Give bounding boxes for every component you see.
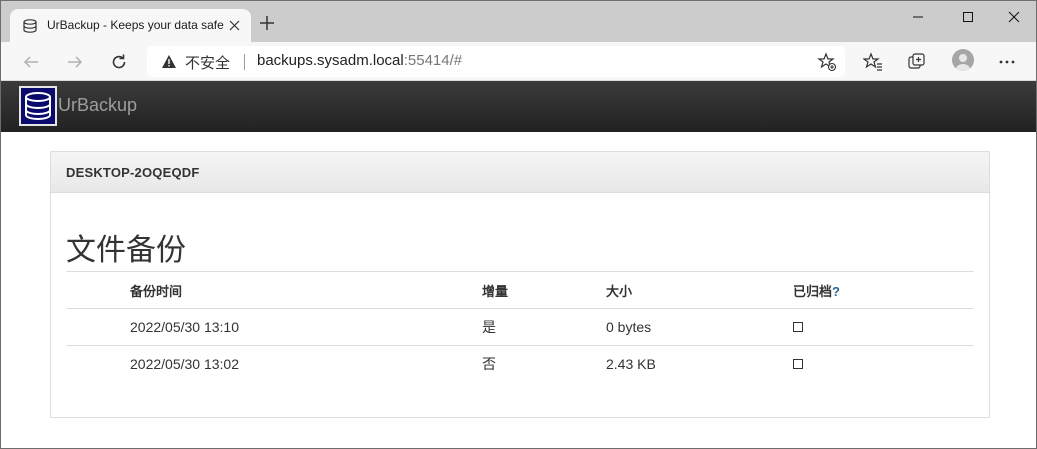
minimize-button[interactable] (893, 1, 943, 33)
maximize-icon (963, 12, 973, 22)
incremental-value: 否 (474, 345, 598, 383)
backup-time: 2022/05/30 13:10 (122, 308, 474, 346)
refresh-icon (112, 54, 126, 69)
more-icon (999, 60, 1015, 64)
file-backups-table: 备份时间 增量 大小 已归档? 2022/05/30 13:10 是 0 byt… (66, 271, 974, 383)
browser-toolbar: 不安全 backups.sysadm.local:55414/# (1, 42, 1036, 81)
database-icon (23, 19, 37, 33)
collections-button[interactable] (903, 48, 931, 76)
forward-button[interactable] (61, 48, 89, 76)
address-bar[interactable]: 不安全 backups.sysadm.local:55414/# (147, 46, 845, 77)
favorites-button[interactable] (859, 48, 887, 76)
row-spacer (66, 345, 122, 383)
header-incremental: 增量 (474, 271, 598, 309)
close-tab-icon[interactable] (229, 20, 240, 31)
archived-cell (785, 308, 974, 346)
tab-title: UrBackup - Keeps your data safe (47, 18, 224, 32)
maximize-button[interactable] (943, 1, 993, 33)
database-logo-icon (25, 92, 51, 120)
settings-menu-button[interactable] (993, 48, 1021, 76)
insecure-label[interactable]: 不安全 (185, 52, 230, 73)
urbackup-logo[interactable] (19, 86, 57, 126)
favorites-icon (863, 52, 882, 71)
header-spacer (66, 271, 122, 309)
size-value: 0 bytes (598, 308, 785, 346)
minimize-icon (913, 16, 923, 18)
client-backups-panel: DESKTOP-2OQEQDF 文件备份 备份时间 增量 大小 已归档? 202… (50, 151, 990, 418)
row-spacer (66, 308, 122, 346)
url-text[interactable]: backups.sysadm.local:55414/# (257, 52, 462, 69)
close-window-button[interactable] (989, 1, 1036, 33)
archived-help-link[interactable]: ? (832, 284, 840, 299)
archived-cell (785, 345, 974, 383)
add-favorite-icon[interactable] (817, 52, 837, 72)
archived-checkbox[interactable] (793, 359, 803, 370)
file-backups-title: 文件备份 (66, 233, 186, 268)
table-row[interactable]: 2022/05/30 13:02 否 2.43 KB (66, 345, 974, 383)
address-separator (244, 54, 245, 70)
back-button[interactable] (17, 48, 45, 76)
close-icon (1008, 11, 1020, 23)
back-arrow-icon (23, 56, 38, 68)
header-size: 大小 (598, 271, 785, 309)
browser-tab[interactable]: UrBackup - Keeps your data safe (10, 9, 251, 42)
table-header-row: 备份时间 增量 大小 已归档? (66, 271, 974, 309)
header-archived: 已归档? (785, 271, 974, 309)
archived-label: 已归档 (793, 283, 833, 299)
collections-icon (908, 53, 925, 69)
tab-bar: UrBackup - Keeps your data safe (1, 1, 1036, 42)
url-rest: :55414/# (403, 52, 463, 69)
new-tab-icon[interactable] (257, 13, 277, 33)
profile-avatar[interactable] (952, 49, 974, 71)
browser-window: UrBackup - Keeps your data safe 不安全 back… (0, 0, 1037, 449)
app-navbar: UrBackup (1, 81, 1036, 132)
size-value: 2.43 KB (598, 345, 785, 383)
user-icon (956, 54, 970, 71)
table-row[interactable]: 2022/05/30 13:10 是 0 bytes (66, 308, 974, 346)
brand-name[interactable]: UrBackup (58, 95, 137, 116)
incremental-value: 是 (474, 308, 598, 346)
archived-checkbox[interactable] (793, 322, 803, 332)
client-name-heading: DESKTOP-2OQEQDF (51, 152, 989, 193)
warning-icon[interactable] (161, 54, 177, 69)
url-host: backups.sysadm.local (257, 52, 404, 69)
backup-time: 2022/05/30 13:02 (122, 345, 474, 383)
forward-arrow-icon (68, 56, 83, 68)
header-backup-time: 备份时间 (122, 271, 474, 309)
refresh-button[interactable] (105, 48, 133, 76)
